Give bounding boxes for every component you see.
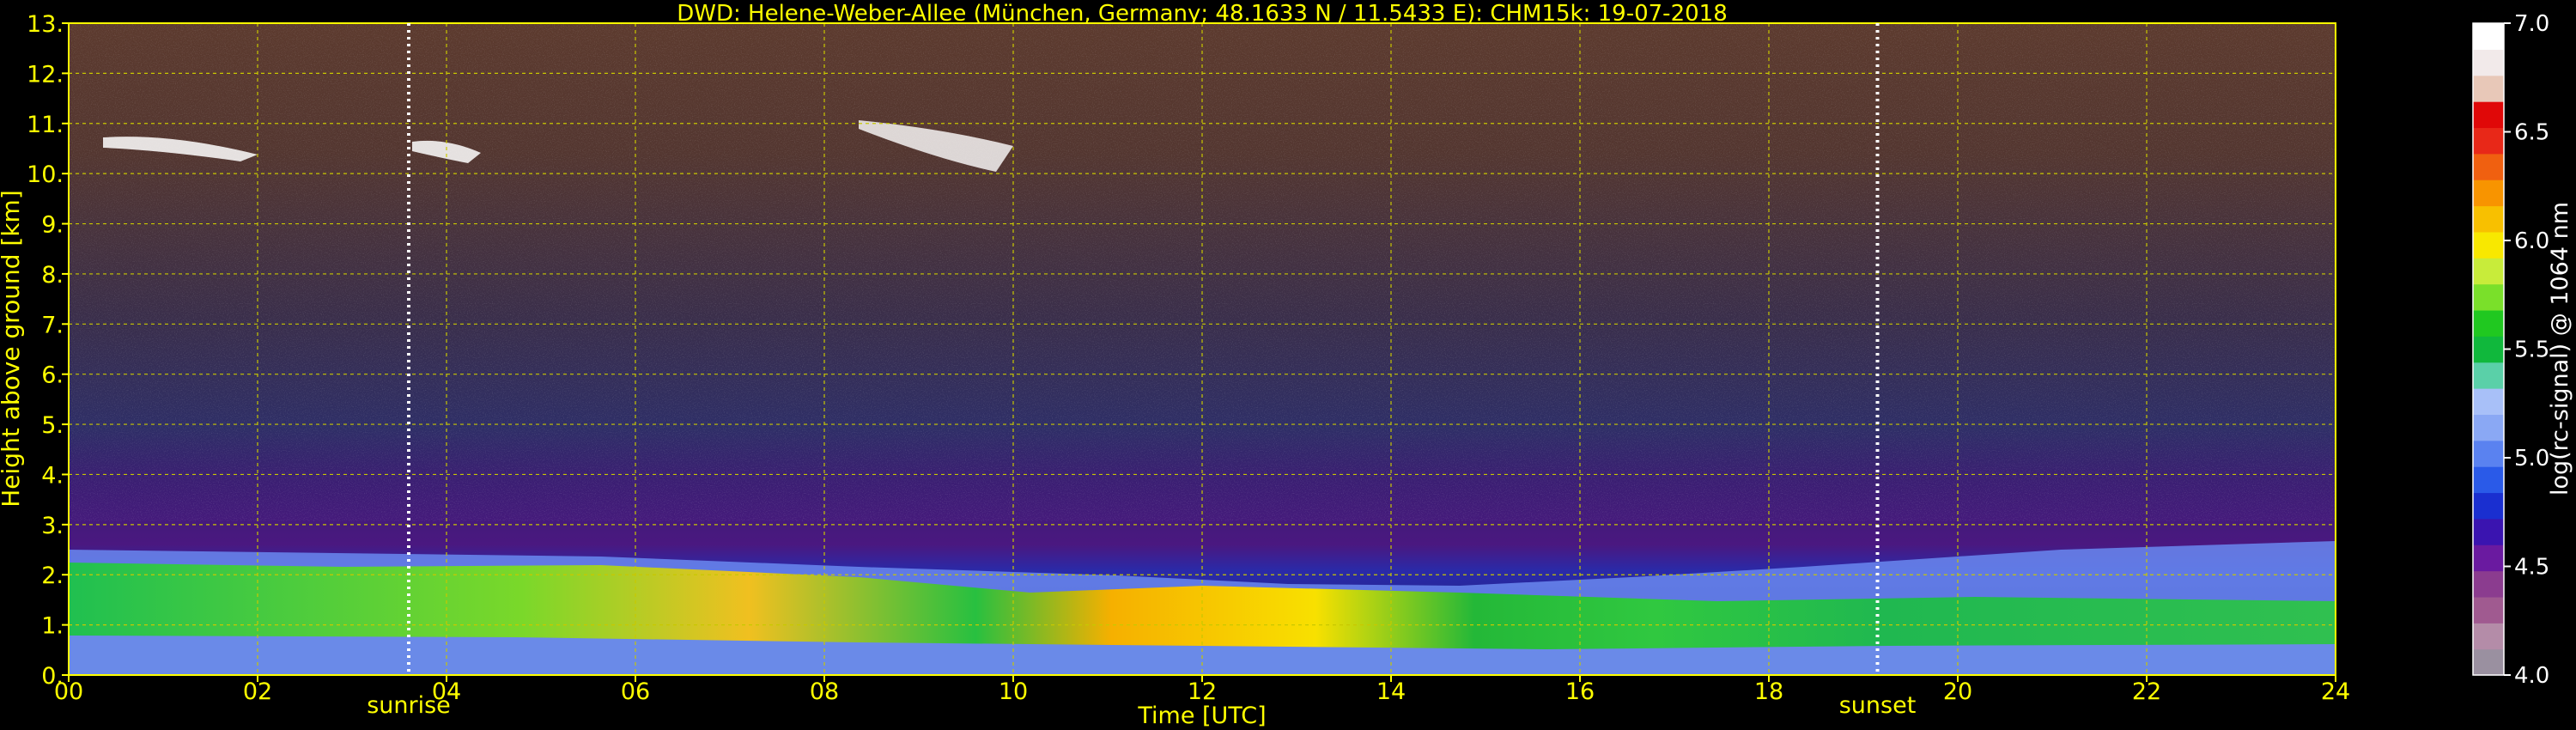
colorbar-label: log(rc-signal) @ 1064 nm bbox=[2547, 202, 2573, 496]
x-tick-label: 22 bbox=[2132, 678, 2161, 705]
colorbar-tick-label: 7.0 bbox=[2514, 11, 2549, 37]
colorbar-segment bbox=[2473, 153, 2504, 180]
y-tick-label: 3. bbox=[41, 513, 64, 539]
colorbar-segment bbox=[2473, 648, 2504, 676]
y-tick-label: 12. bbox=[27, 61, 64, 88]
colorbar-segment bbox=[2473, 49, 2504, 76]
colorbar-segment bbox=[2473, 466, 2504, 494]
y-tick-label: 8. bbox=[41, 262, 64, 289]
x-tick-label: 10 bbox=[999, 678, 1028, 705]
x-tick-label: 20 bbox=[1943, 678, 1972, 705]
y-tick-label: 6. bbox=[41, 362, 64, 389]
colorbar-segment bbox=[2473, 179, 2504, 207]
colorbar-segment bbox=[2473, 388, 2504, 415]
x-axis-label: Time [UTC] bbox=[1137, 703, 1266, 729]
colorbar-segment bbox=[2473, 231, 2504, 259]
colorbar-segment bbox=[2473, 440, 2504, 467]
colorbar-segment bbox=[2473, 23, 2504, 50]
colorbar-segment bbox=[2473, 258, 2504, 285]
colorbar-segment bbox=[2473, 362, 2504, 389]
sunset-label: sunset bbox=[1839, 692, 1917, 719]
y-tick-label: 7. bbox=[41, 312, 64, 338]
x-tick-label: 12 bbox=[1188, 678, 1217, 705]
y-axis-ticks: 0.1.2.3.4.5.6.7.8.9.10.11.12.13. bbox=[27, 11, 69, 690]
colorbar-tick-label: 6.5 bbox=[2514, 120, 2549, 146]
y-tick-label: 11. bbox=[27, 112, 64, 138]
x-tick-label: 04 bbox=[432, 678, 461, 705]
y-tick-label: 13. bbox=[27, 11, 64, 38]
x-tick-label: 06 bbox=[621, 678, 650, 705]
y-tick-label: 10. bbox=[27, 161, 64, 188]
colorbar-ticks: 4.0 4.5 5.0 5.5 6.0 6.5 7.0 bbox=[2504, 11, 2549, 689]
y-tick-label: 4. bbox=[41, 462, 64, 489]
y-tick-label: 5. bbox=[41, 412, 64, 439]
x-tick-label: 08 bbox=[810, 678, 839, 705]
colorbar-segment bbox=[2473, 101, 2504, 129]
y-tick-label: 2. bbox=[41, 563, 64, 589]
x-tick-label: 18 bbox=[1754, 678, 1783, 705]
y-tick-label: 1. bbox=[41, 613, 64, 640]
colorbar-tick-label: 5.5 bbox=[2514, 338, 2549, 363]
colorbar-segment bbox=[2473, 544, 2504, 572]
colorbar-segment bbox=[2473, 596, 2504, 624]
y-tick-label: 9. bbox=[41, 212, 64, 239]
x-tick-label: 02 bbox=[243, 678, 272, 705]
colorbar-segment bbox=[2473, 75, 2504, 102]
x-tick-label: 24 bbox=[2321, 678, 2350, 705]
colorbar-segment bbox=[2473, 623, 2504, 650]
colorbar-segment bbox=[2473, 518, 2504, 545]
colorbar-tick-label: 4.0 bbox=[2514, 663, 2549, 689]
colorbar-segment bbox=[2473, 336, 2504, 363]
colorbar-segment bbox=[2473, 127, 2504, 155]
x-tick-label: 00 bbox=[54, 678, 83, 705]
colorbar-segment bbox=[2473, 309, 2504, 337]
colorbar-segment bbox=[2473, 283, 2504, 311]
colorbar-tick-label: 6.0 bbox=[2514, 228, 2549, 254]
colorbar-tick-label: 5.0 bbox=[2514, 446, 2549, 471]
colorbar-segment bbox=[2473, 570, 2504, 598]
colorbar-segment bbox=[2473, 205, 2504, 233]
colorbar-segment bbox=[2473, 492, 2504, 520]
ceilometer-chart: DWD: Helene-Weber-Allee (München, German… bbox=[0, 1, 2573, 729]
colorbar-segment bbox=[2473, 414, 2504, 441]
y-axis-label: Height above ground [km] bbox=[0, 190, 25, 508]
x-tick-label: 16 bbox=[1565, 678, 1595, 705]
colorbar bbox=[2472, 22, 2505, 676]
x-tick-label: 14 bbox=[1376, 678, 1406, 705]
colorbar-tick-label: 4.5 bbox=[2514, 555, 2549, 581]
